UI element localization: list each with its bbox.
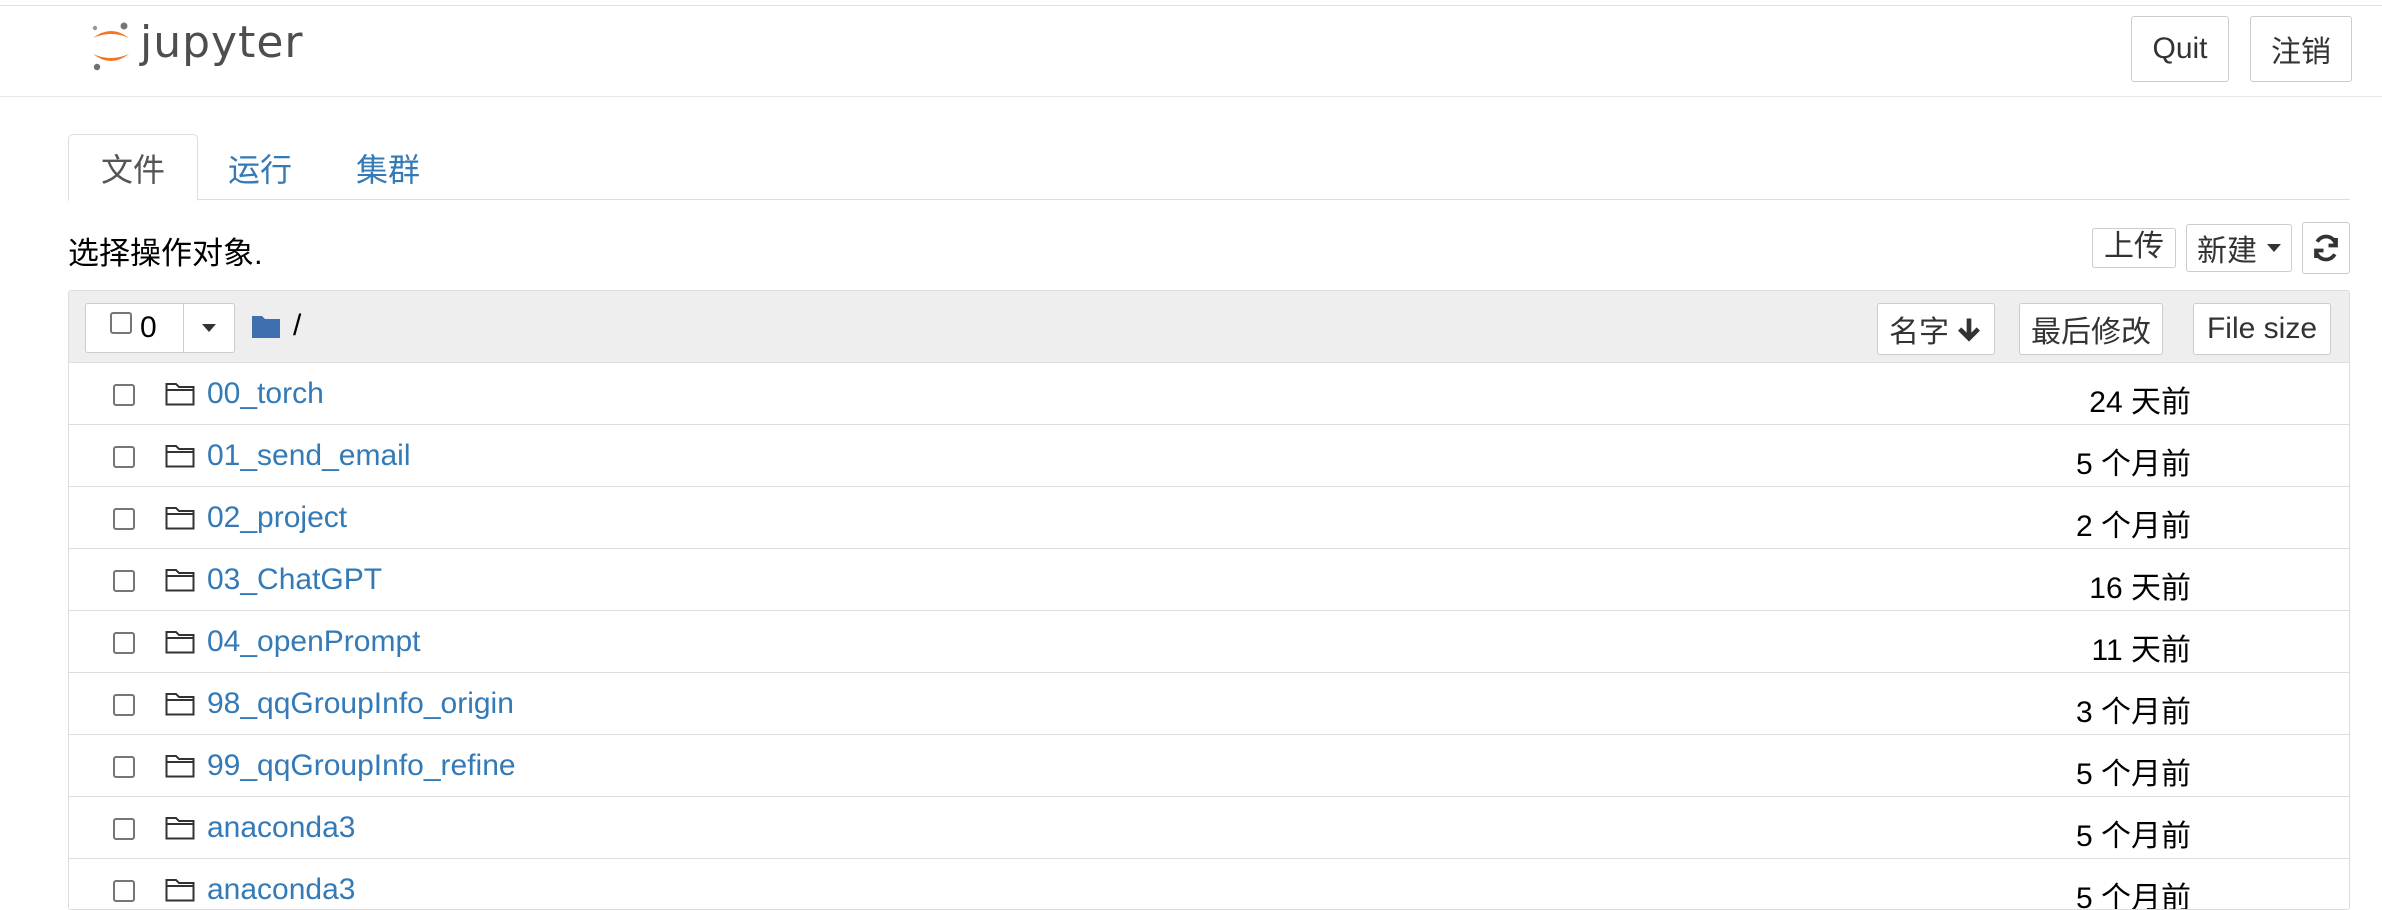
file-name-link[interactable]: 01_send_email — [207, 439, 410, 473]
arrow-down-icon — [1958, 318, 1980, 342]
new-dropdown-button[interactable]: 新建 — [2186, 224, 2292, 272]
list-item[interactable]: 04_openPrompt 11 天前 — [69, 611, 2349, 673]
row-checkbox[interactable] — [113, 880, 135, 902]
quit-button[interactable]: Quit — [2131, 16, 2229, 82]
folder-outline-icon — [165, 817, 195, 840]
sort-by-size-button[interactable]: File size — [2193, 303, 2331, 355]
list-header: 0 / 名字 最后修改 File size — [69, 291, 2349, 363]
row-checkbox[interactable] — [113, 756, 135, 778]
row-checkbox[interactable] — [113, 632, 135, 654]
new-button-label: 新建 — [2197, 235, 2257, 268]
row-checkbox[interactable] — [113, 570, 135, 592]
folder-outline-icon — [165, 445, 195, 468]
row-checkbox[interactable] — [113, 508, 135, 530]
file-name-link[interactable]: 98_qqGroupInfo_origin — [207, 687, 514, 721]
modified-time: 11 天前 — [2091, 634, 2191, 667]
select-all-checkbox[interactable] — [110, 312, 132, 334]
file-name-link[interactable]: anaconda3 — [207, 811, 355, 845]
modified-time: 5 个月前 — [2075, 882, 2191, 910]
folder-outline-icon — [165, 879, 195, 902]
list-item[interactable]: 03_ChatGPT 16 天前 — [69, 549, 2349, 611]
breadcrumb-path: / — [293, 309, 302, 342]
modified-time: 5 个月前 — [2075, 758, 2191, 791]
folder-outline-icon — [165, 693, 195, 716]
select-menu-button[interactable] — [184, 304, 234, 352]
chevron-down-icon — [202, 324, 216, 332]
list-item[interactable]: anaconda3 5 个月前 — [69, 797, 2349, 859]
refresh-button[interactable] — [2302, 222, 2350, 274]
file-list: 0 / 名字 最后修改 File size 00_torch 24 天前 01_se… — [68, 290, 2350, 910]
sort-name-label: 名字 — [1889, 316, 1949, 349]
modified-time: 24 天前 — [2089, 386, 2191, 419]
select-all-toggle[interactable]: 0 — [86, 304, 184, 352]
folder-outline-icon — [165, 569, 195, 592]
file-name-link[interactable]: 00_torch — [207, 377, 324, 411]
folder-outline-icon — [165, 755, 195, 778]
folder-outline-icon — [165, 507, 195, 530]
tab-clusters[interactable]: 集群 — [324, 134, 452, 201]
logout-button[interactable]: 注销 — [2250, 16, 2352, 82]
file-name-link[interactable]: 03_ChatGPT — [207, 563, 382, 597]
file-name-link[interactable]: 04_openPrompt — [207, 625, 421, 659]
upload-button[interactable]: 上传 — [2092, 228, 2176, 268]
modified-time: 5 个月前 — [2075, 448, 2191, 481]
select-all-group: 0 — [85, 303, 235, 353]
row-checkbox[interactable] — [113, 694, 135, 716]
jupyter-logo-icon — [92, 22, 129, 71]
folder-outline-icon — [165, 631, 195, 654]
list-item[interactable]: 02_project 2 个月前 — [69, 487, 2349, 549]
modified-time: 3 个月前 — [2075, 696, 2191, 729]
logo-text: jupyter — [140, 16, 304, 68]
jupyter-logo[interactable]: jupyter — [88, 16, 304, 74]
header-bar: jupyter Quit 注销 — [0, 6, 2382, 97]
list-item[interactable]: 00_torch 24 天前 — [69, 363, 2349, 425]
selected-count: 0 — [140, 311, 157, 344]
file-name-link[interactable]: anaconda3 — [207, 873, 355, 907]
breadcrumb[interactable]: / — [251, 309, 301, 343]
list-item[interactable]: anaconda3 5 个月前 — [69, 859, 2349, 910]
file-name-link[interactable]: 02_project — [207, 501, 347, 535]
select-message: 选择操作对象. — [68, 236, 263, 271]
sort-by-name-button[interactable]: 名字 — [1877, 303, 1995, 355]
tab-running[interactable]: 运行 — [196, 134, 324, 201]
folder-outline-icon — [165, 383, 195, 406]
file-name-link[interactable]: 99_qqGroupInfo_refine — [207, 749, 516, 783]
folder-icon — [252, 316, 280, 338]
modified-time: 5 个月前 — [2075, 820, 2191, 853]
list-item[interactable]: 98_qqGroupInfo_origin 3 个月前 — [69, 673, 2349, 735]
refresh-icon — [2314, 234, 2338, 262]
sort-by-modified-button[interactable]: 最后修改 — [2019, 303, 2163, 355]
row-checkbox[interactable] — [113, 446, 135, 468]
list-item[interactable]: 01_send_email 5 个月前 — [69, 425, 2349, 487]
chevron-down-icon — [2267, 244, 2281, 252]
modified-time: 2 个月前 — [2075, 510, 2191, 543]
list-item[interactable]: 99_qqGroupInfo_refine 5 个月前 — [69, 735, 2349, 797]
tab-bar: 文件 运行 集群 — [68, 134, 2350, 201]
tab-files[interactable]: 文件 — [68, 134, 199, 201]
row-checkbox[interactable] — [113, 384, 135, 406]
modified-time: 16 天前 — [2089, 572, 2191, 605]
row-checkbox[interactable] — [113, 818, 135, 840]
